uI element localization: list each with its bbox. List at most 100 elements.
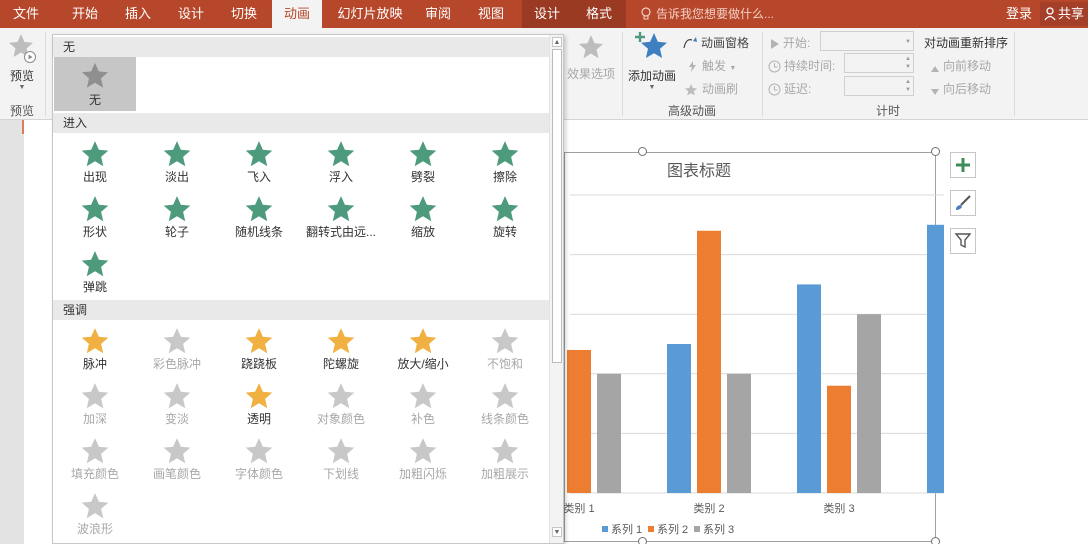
scroll-thumb[interactable]	[552, 49, 562, 363]
appear-star-icon	[81, 141, 109, 167]
clock-icon	[768, 83, 781, 96]
animation-painter-button[interactable]: 动画刷	[684, 80, 738, 97]
tell-me-box[interactable]: 告诉我您想要做什么...	[640, 0, 774, 28]
gallery-scrollbar[interactable]: ▲ ▼	[549, 35, 563, 543]
animation-label: 浮入	[328, 170, 353, 184]
group-separator	[1014, 32, 1015, 116]
animation-label: 翻转式由远...	[305, 225, 376, 239]
trigger-button[interactable]: 触发 ▼	[686, 57, 736, 74]
tab-slideshow[interactable]: 幻灯片放映	[330, 0, 410, 28]
category-label: 类别 2	[693, 501, 724, 515]
bold-reveal-star-icon	[491, 438, 519, 464]
animation-teeter[interactable]: 跷跷板	[218, 324, 300, 378]
animation-fly-in[interactable]: 飞入	[218, 137, 300, 191]
tab-view[interactable]: 视图	[466, 0, 516, 28]
trigger-icon	[689, 61, 696, 72]
animation-line-color: 线条颜色	[464, 379, 546, 433]
lighten-star-icon	[163, 383, 191, 409]
tab-transitions[interactable]: 切换	[220, 0, 268, 28]
animation-appear[interactable]: 出现	[54, 137, 136, 191]
scroll-down-arrow[interactable]: ▼	[552, 527, 562, 537]
group-separator	[762, 32, 763, 116]
zoom-star-icon	[409, 196, 437, 222]
bounce-star-icon	[81, 251, 109, 277]
clock-icon	[768, 60, 781, 73]
add-animation-star-icon	[635, 32, 667, 58]
tab-review[interactable]: 审阅	[414, 0, 462, 28]
chart-title: 图表标题	[667, 162, 731, 180]
grow-shrink-star-icon	[409, 328, 437, 354]
play-icon	[771, 39, 779, 49]
tab-file[interactable]: 文件	[0, 0, 52, 28]
animation-transparency[interactable]: 透明	[218, 379, 300, 433]
bar-chart[interactable]: 图表标题类别 1类别 2类别 3类别 4系列 1系列 2系列 3	[554, 120, 944, 540]
delay-field[interactable]: ▲ ▼	[844, 76, 914, 96]
animation-label: 陀螺旋	[322, 357, 359, 371]
animation-wipe[interactable]: 擦除	[464, 137, 546, 191]
animation-label: 加粗闪烁	[398, 467, 447, 481]
chart-filters-button[interactable]	[950, 228, 976, 254]
teeter-star-icon	[245, 328, 273, 354]
tab-insert[interactable]: 插入	[114, 0, 162, 28]
animation-label: 变淡	[164, 412, 189, 426]
animation-label: 劈裂	[410, 170, 435, 184]
animation-color-pulse: 彩色脉冲	[136, 324, 218, 378]
bar-2-series-3	[727, 373, 751, 493]
grow-turn-star-icon	[327, 196, 355, 222]
animation-label: 补色	[410, 412, 435, 426]
move-later-button[interactable]: 向后移动	[930, 80, 991, 97]
animation-float-in[interactable]: 浮入	[300, 137, 382, 191]
fade-star-icon	[163, 141, 191, 167]
animation-spin[interactable]: 陀螺旋	[300, 324, 382, 378]
duration-label: 持续时间:	[768, 57, 835, 74]
filter-icon	[954, 233, 972, 249]
animation-bounce[interactable]: 弹跳	[54, 247, 136, 301]
animation-swivel[interactable]: 旋转	[464, 192, 546, 246]
animation-grow-shrink[interactable]: 放大/缩小	[382, 324, 464, 378]
animation-pane-button[interactable]: 动画窗格	[682, 34, 749, 51]
tab-animations[interactable]: 动画	[272, 0, 322, 28]
animation-pulse[interactable]: 脉冲	[54, 324, 136, 378]
fly-in-star-icon	[245, 141, 273, 167]
animation-object-color: 对象颜色	[300, 379, 382, 433]
bar-3-series-3	[857, 314, 881, 493]
spin-star-icon	[327, 328, 355, 354]
plus-icon	[956, 158, 970, 172]
animation-zoom[interactable]: 缩放	[382, 192, 464, 246]
animation-grow-turn[interactable]: 翻转式由远...	[300, 192, 382, 246]
trigger-label: 触发	[702, 59, 727, 73]
animation-split[interactable]: 劈裂	[382, 137, 464, 191]
login-link[interactable]: 登录	[1006, 0, 1032, 28]
reorder-animation-title: 对动画重新排序	[924, 36, 1009, 50]
move-earlier-button[interactable]: 向前移动	[930, 57, 991, 74]
share-button[interactable]: 共享	[1040, 2, 1088, 26]
animation-label: 随机线条	[234, 225, 283, 239]
tab-design[interactable]: 设计	[166, 0, 216, 28]
animation-lighten: 变淡	[136, 379, 218, 433]
animation-label: 波浪形	[76, 522, 113, 536]
color-pulse-star-icon	[163, 328, 191, 354]
animation-none[interactable]: 无	[54, 57, 136, 111]
chart-elements-button[interactable]	[950, 152, 976, 178]
duration-field[interactable]: ▲ ▼	[844, 53, 914, 73]
tab-chart-format[interactable]: 格式	[572, 0, 626, 28]
animation-shape[interactable]: 形状	[54, 192, 136, 246]
effect-options-button[interactable]: 效果选项	[566, 34, 616, 94]
scroll-up-arrow[interactable]: ▲	[552, 37, 562, 47]
animation-fade[interactable]: 淡出	[136, 137, 218, 191]
add-animation-button[interactable]: 添加动画 ▼	[626, 30, 678, 100]
start-dropdown[interactable]: ▼	[820, 31, 914, 51]
tab-chart-design[interactable]: 设计	[522, 0, 572, 28]
animation-label: 缩放	[410, 225, 435, 239]
animation-label: 形状	[82, 225, 107, 239]
animation-label: 字体颜色	[234, 467, 283, 481]
animation-wave: 波浪形	[54, 489, 136, 543]
font-color-star-icon	[245, 438, 273, 464]
animation-label: 无	[88, 93, 101, 107]
tab-home[interactable]: 开始	[60, 0, 110, 28]
preview-button[interactable]: 预览 ▼	[4, 32, 40, 92]
animation-wheel[interactable]: 轮子	[136, 192, 218, 246]
brush-color-star-icon	[163, 438, 191, 464]
animation-random-bars[interactable]: 随机线条	[218, 192, 300, 246]
chart-styles-button[interactable]	[950, 190, 976, 216]
